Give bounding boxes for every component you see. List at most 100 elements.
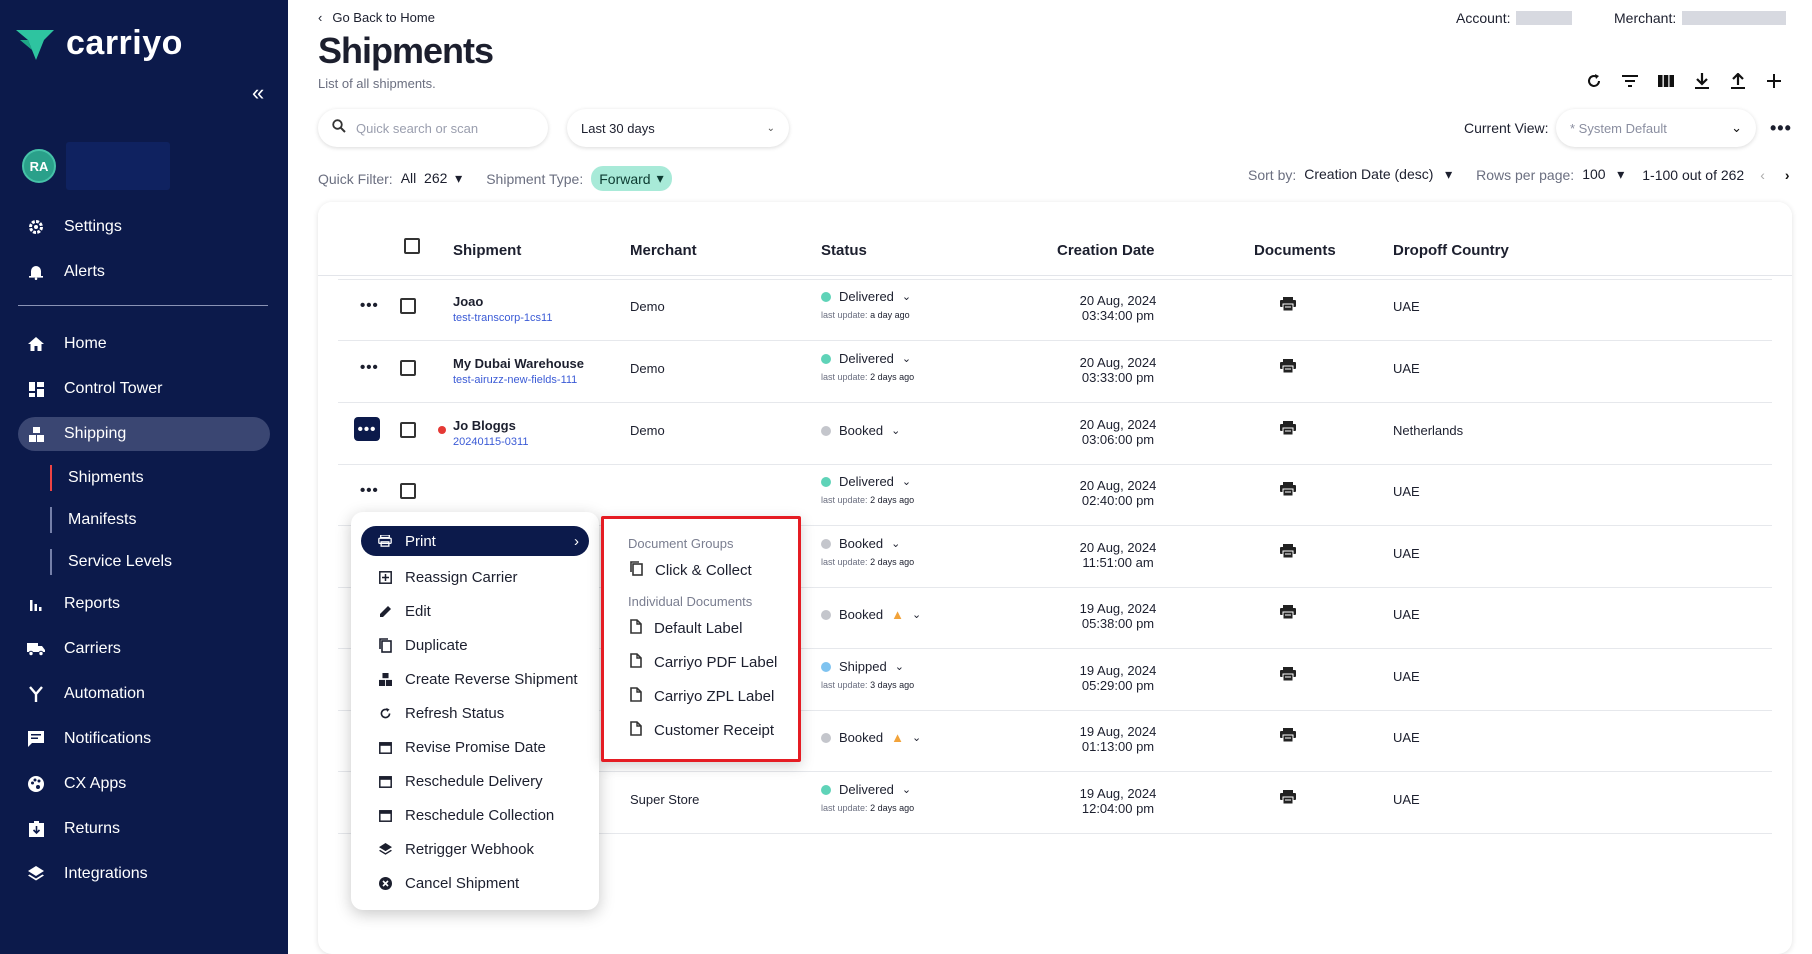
menu-item-edit[interactable]: Edit [351,594,599,628]
status-select[interactable]: Delivered ⌄ [821,289,911,304]
sidebar-item-integrations[interactable]: Integrations [18,857,270,891]
menu-item-refresh-status[interactable]: Refresh Status [351,696,599,730]
collapse-sidebar-icon[interactable]: « [252,80,264,106]
last-update-value: 3 days ago [870,680,915,690]
quick-filter-select[interactable]: All 262 ▾ [401,170,463,187]
menu-item-reassign-carrier[interactable]: Reassign Carrier [351,560,599,594]
bell-icon [26,264,46,280]
rows-per-page-select[interactable]: 100 ▾ [1582,166,1624,183]
refresh-icon[interactable] [1583,70,1605,92]
sidebar-item-shipping[interactable]: Shipping [18,417,270,451]
row-actions-button[interactable]: ••• [354,417,380,441]
print-carriyo-zpl-label[interactable]: Carriyo ZPL Label [604,679,798,713]
sidebar-item-alerts[interactable]: Alerts [18,255,270,289]
search-input[interactable] [356,120,526,136]
sidebar-item-automation[interactable]: Automation [18,677,270,711]
sidebar-item-returns[interactable]: Returns [18,812,270,846]
last-update-value: a day ago [870,310,910,320]
status-label: Shipped [839,659,887,674]
menu-item-reschedule-collection[interactable]: Reschedule Collection [351,798,599,832]
shipment-id-link[interactable]: test-airuzz-new-fields-111 [453,374,584,386]
menu-item-create-reverse-shipment[interactable]: Create Reverse Shipment [351,662,599,696]
status-select[interactable]: Booked ⌄ [821,423,900,438]
printer-icon[interactable] [1280,359,1296,376]
merchant-selector[interactable]: Merchant: [1614,10,1787,26]
download-icon[interactable] [1691,70,1713,92]
row-checkbox[interactable] [400,483,416,499]
carriyo-logo[interactable]: carriyo [14,24,183,63]
menu-item-print[interactable]: Print › [361,526,589,556]
print-carriyo-pdf-label[interactable]: Carriyo PDF Label [604,645,798,679]
upload-icon[interactable] [1727,70,1749,92]
status-select[interactable]: Delivered ⌄ [821,351,914,366]
table-row[interactable]: ••• Joao test-transcorp-1cs11 Demo Delive… [338,270,1772,341]
date-range-select[interactable]: Last 30 days ⌄ [567,109,789,147]
column-header-shipment[interactable]: Shipment [453,242,521,259]
row-actions-button[interactable]: ••• [360,482,379,499]
sidebar-subitem-shipments[interactable]: Shipments [50,465,144,491]
creation-time: 05:38:00 pm [1081,616,1155,631]
printer-icon[interactable] [1280,544,1296,561]
row-checkbox[interactable] [400,360,416,376]
search-box[interactable] [318,109,548,147]
menu-item-revise-promise-date[interactable]: Revise Promise Date [351,730,599,764]
columns-icon[interactable] [1655,70,1677,92]
sidebar-subitem-manifests[interactable]: Manifests [50,507,136,533]
printer-icon[interactable] [1280,667,1296,684]
sidebar-item-notifications[interactable]: Notifications [18,722,270,756]
menu-item-reschedule-delivery[interactable]: Reschedule Delivery [351,764,599,798]
add-icon[interactable] [1763,70,1785,92]
back-link[interactable]: ‹ Go Back to Home [318,10,435,25]
account-selector[interactable]: Account: [1456,10,1573,26]
current-view-select[interactable]: * System Default ⌄ [1556,109,1756,147]
column-header-merchant[interactable]: Merchant [630,242,697,259]
more-options-icon[interactable]: ••• [1770,118,1792,139]
sidebar-item-reports[interactable]: Reports [18,587,270,621]
print-default-label[interactable]: Default Label [604,611,798,645]
chevron-right-icon[interactable]: › [1785,167,1790,183]
shipment-type-pill[interactable]: Forward ▾ [591,166,672,191]
user-profile[interactable]: RA [22,142,170,190]
filter-icon[interactable] [1619,70,1641,92]
sidebar-item-settings[interactable]: Settings [18,210,270,244]
menu-item-retrigger-webhook[interactable]: Retrigger Webhook [351,832,599,866]
sidebar-item-control-tower[interactable]: Control Tower [18,372,270,406]
printer-icon[interactable] [1280,482,1296,499]
menu-item-cancel-shipment[interactable]: Cancel Shipment [351,866,599,900]
column-header-status[interactable]: Status [821,242,867,259]
printer-icon[interactable] [1280,790,1296,807]
sidebar-item-carriers[interactable]: Carriers [18,632,270,666]
row-checkbox[interactable] [400,422,416,438]
status-select[interactable]: Booked ▲ ⌄ [821,730,921,745]
sidebar-item-home[interactable]: Home [18,327,270,361]
print-click-and-collect[interactable]: Click & Collect [604,553,798,587]
sidebar: carriyo « RA Settings Alerts Home Contro… [0,0,288,954]
table-row[interactable]: ••• My Dubai Warehouse test-airuzz-new-f… [338,332,1772,403]
column-header-dropoff-country[interactable]: Dropoff Country [1393,242,1509,259]
print-customer-receipt[interactable]: Customer Receipt [604,713,798,747]
printer-icon[interactable] [1280,421,1296,438]
last-update: last update: 2 days ago [821,372,914,382]
sort-select[interactable]: Creation Date (desc) ▾ [1304,166,1452,183]
status-select[interactable]: Booked ⌄ [821,536,914,551]
status-select[interactable]: Booked ▲ ⌄ [821,607,921,622]
sidebar-subitem-service-levels[interactable]: Service Levels [50,549,172,575]
printer-icon[interactable] [1280,605,1296,622]
row-actions-button[interactable]: ••• [360,297,379,314]
shipment-id-link[interactable]: test-transcorp-1cs11 [453,312,552,324]
chevron-left-icon[interactable]: ‹ [1760,167,1765,183]
shipment-id-link[interactable]: 20240115-0311 [453,436,528,448]
select-all-checkbox[interactable] [404,238,420,254]
row-actions-button[interactable]: ••• [360,359,379,376]
status-select[interactable]: Delivered ⌄ [821,782,914,797]
row-checkbox[interactable] [400,298,416,314]
menu-item-duplicate[interactable]: Duplicate [351,628,599,662]
printer-icon[interactable] [1280,297,1296,314]
sidebar-item-cx-apps[interactable]: CX Apps [18,767,270,801]
sidebar-item-label: CX Apps [64,775,127,792]
status-select[interactable]: Delivered ⌄ [821,474,914,489]
status-select[interactable]: Shipped ⌄ [821,659,914,674]
printer-icon[interactable] [1280,728,1296,745]
column-header-documents[interactable]: Documents [1254,242,1336,259]
column-header-creation-date[interactable]: Creation Date [1057,242,1155,259]
